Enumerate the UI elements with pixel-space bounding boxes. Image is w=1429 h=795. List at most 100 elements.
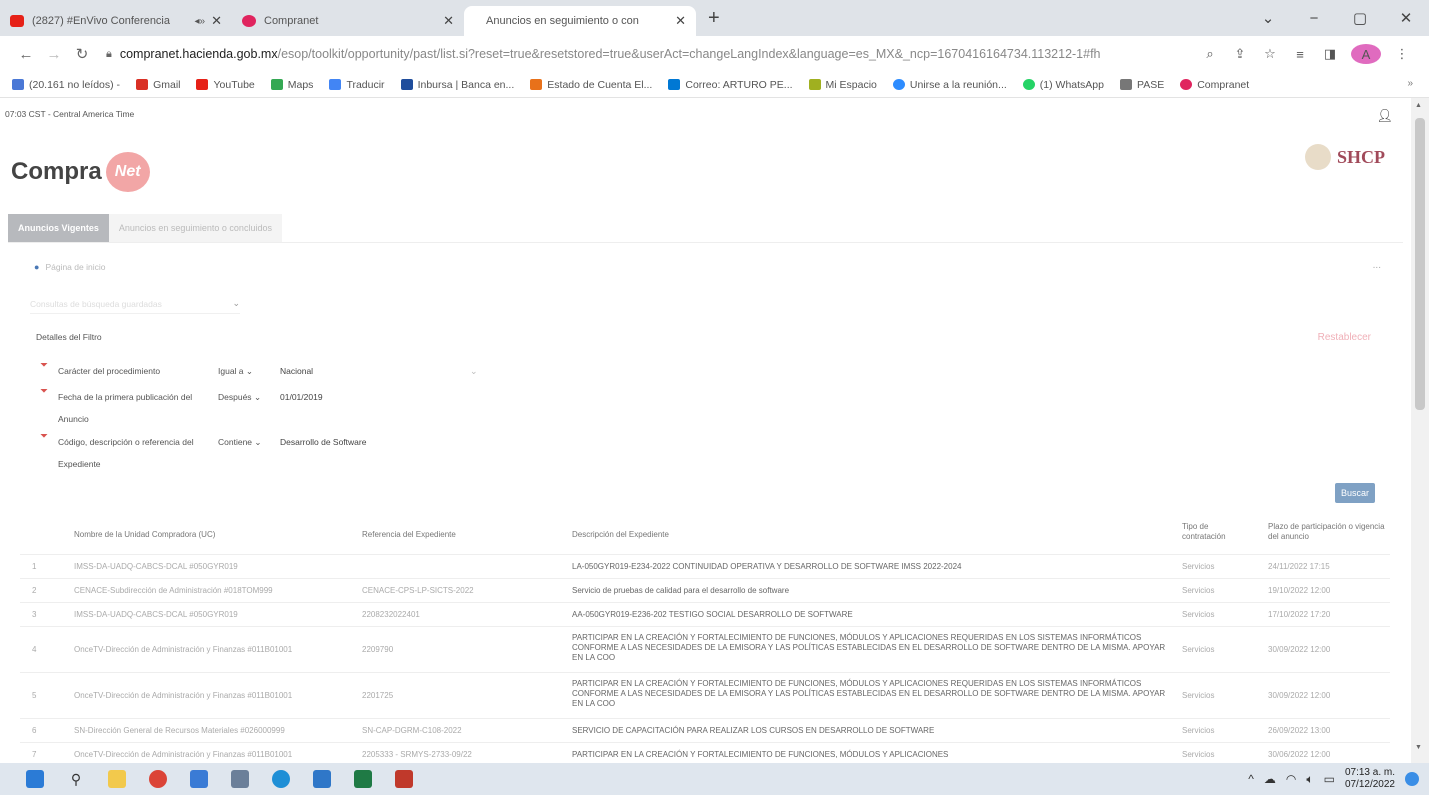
- home-icon: ●: [34, 262, 40, 272]
- column-header[interactable]: Referencia del Expediente: [362, 530, 542, 540]
- browser-tab-anuncios[interactable]: Anuncios en seguimiento o con ✕: [464, 6, 696, 36]
- menu-kebab-icon[interactable]: ⋮: [1387, 46, 1417, 62]
- bookmark-item[interactable]: Gmail: [136, 79, 180, 91]
- lock-icon[interactable]: 🔒︎: [106, 48, 112, 61]
- table-row[interactable]: 3 IMSS-DA-UADQ-CABCS-DCAL #050GYR019 220…: [20, 602, 1390, 626]
- reload-icon[interactable]: ↻: [68, 45, 96, 63]
- filter-icon[interactable]: ⏷: [40, 386, 48, 397]
- volume-icon[interactable]: 🔈︎: [1306, 772, 1313, 787]
- browser-tab-compranet[interactable]: Compranet ✕: [232, 6, 464, 36]
- minimize-icon[interactable]: −: [1291, 10, 1337, 27]
- column-header[interactable]: Nombre de la Unidad Compradora (UC): [74, 530, 334, 540]
- meeting-icon: [892, 79, 905, 90]
- scroll-down-icon[interactable]: ▼: [1415, 744, 1422, 751]
- table-row[interactable]: 1 IMSS-DA-UADQ-CABCS-DCAL #050GYR019 LA-…: [20, 554, 1390, 578]
- bookmark-item[interactable]: Correo: ARTURO PE...: [668, 79, 793, 91]
- table-row[interactable]: 5 OnceTV-Dirección de Administración y F…: [20, 672, 1390, 718]
- acrobat-icon[interactable]: [391, 769, 417, 789]
- mail-icon[interactable]: [186, 769, 212, 789]
- edge-icon[interactable]: [268, 769, 294, 789]
- close-tab-icon[interactable]: ✕: [443, 13, 454, 29]
- audio-icon[interactable]: ◂»: [195, 16, 206, 27]
- filter-value[interactable]: Desarrollo de Software: [280, 431, 366, 453]
- filter-operator-select[interactable]: Igual a ⌄: [218, 360, 253, 382]
- search-icon[interactable]: ⚲: [63, 769, 89, 789]
- url-path: /esop/toolkit/opportunity/past/list.si?r…: [277, 47, 1101, 61]
- bookmark-item[interactable]: Compranet: [1180, 79, 1249, 91]
- filter-operator-select[interactable]: Contiene ⌄: [218, 431, 262, 453]
- user-icon[interactable]: 👤︎: [1376, 108, 1393, 124]
- home-link[interactable]: ● Página de inicio: [34, 262, 105, 272]
- bookmark-item[interactable]: Traducir: [329, 79, 385, 91]
- scrollbar-thumb[interactable]: [1415, 118, 1425, 410]
- search-button[interactable]: Buscar: [1335, 483, 1375, 503]
- column-header[interactable]: Tipo de contratación: [1182, 522, 1244, 542]
- notification-icon[interactable]: [1405, 772, 1419, 786]
- scroll-up-icon[interactable]: ▲: [1415, 102, 1422, 109]
- filter-value[interactable]: Nacional: [280, 360, 313, 382]
- window-controls: ⌄ − ▢ ✕: [1245, 0, 1429, 36]
- file-explorer-icon[interactable]: [104, 769, 130, 789]
- wifi-icon[interactable]: ◠: [1286, 772, 1296, 786]
- bookmark-item[interactable]: Unirse a la reunión...: [892, 79, 1007, 91]
- clear-filters-link[interactable]: Restablecer: [1318, 332, 1371, 343]
- chevron-up-icon[interactable]: ^: [1248, 772, 1254, 786]
- bookmark-item[interactable]: Mi Espacio: [808, 79, 877, 91]
- bookmark-item[interactable]: YouTube: [196, 79, 255, 91]
- bookmark-item[interactable]: (1) WhatsApp: [1022, 79, 1104, 91]
- shcp-logo: SHCP: [1304, 144, 1385, 170]
- share-icon[interactable]: ⇪: [1225, 46, 1255, 62]
- address-bar[interactable]: 🔒︎ compranet.hacienda.gob.mx /esop/toolk…: [106, 40, 1195, 68]
- zoom-icon[interactable]: ⌕: [1195, 46, 1225, 62]
- bookmark-item[interactable]: PASE: [1119, 79, 1164, 91]
- system-clock[interactable]: 07:13 a. m. 07/12/2022: [1345, 767, 1395, 791]
- bookmark-item[interactable]: (20.161 no leídos) -: [12, 79, 120, 91]
- tab-search-icon[interactable]: ⌄: [1245, 9, 1291, 27]
- side-panel-icon[interactable]: ◨: [1315, 46, 1345, 62]
- close-tab-icon[interactable]: ✕: [675, 13, 686, 29]
- filter-icon[interactable]: ⏷: [40, 431, 48, 442]
- browser-tab-title: (2827) #EnVivo Conferencia: [32, 15, 170, 27]
- tab-anuncios-concluidos[interactable]: Anuncios en seguimiento o concluidos: [108, 214, 282, 242]
- page-scrollbar[interactable]: ▲ ▼: [1411, 98, 1429, 763]
- tab-anuncios-vigentes[interactable]: Anuncios Vigentes: [8, 214, 109, 242]
- reading-list-icon[interactable]: ≡: [1285, 47, 1315, 62]
- close-tab-icon[interactable]: ✕: [211, 13, 222, 29]
- photos-icon[interactable]: [309, 769, 335, 789]
- bookmark-star-icon[interactable]: ☆: [1255, 46, 1285, 62]
- excel-icon[interactable]: [350, 769, 376, 789]
- calculator-icon[interactable]: [227, 769, 253, 789]
- browser-tab-youtube[interactable]: (2827) #EnVivo Conferencia ◂» ✕: [0, 6, 232, 36]
- new-tab-button[interactable]: +: [708, 7, 720, 30]
- chevron-down-icon[interactable]: ⌄: [470, 360, 478, 382]
- filter-label: Fecha de la primera publicación del Anun…: [58, 392, 193, 424]
- table-row[interactable]: 4 OnceTV-Dirección de Administración y F…: [20, 626, 1390, 672]
- more-options-icon[interactable]: ...: [1373, 260, 1381, 271]
- brand-name: SHCP: [1336, 146, 1385, 167]
- translate-icon: [329, 79, 342, 90]
- maximize-icon[interactable]: ▢: [1337, 9, 1383, 27]
- blank-favicon-icon: [474, 15, 478, 27]
- chrome-icon[interactable]: [145, 769, 171, 789]
- filter-operator-select[interactable]: Después ⌄: [218, 386, 261, 408]
- close-window-icon[interactable]: ✕: [1383, 9, 1429, 27]
- column-header[interactable]: Plazo de participación o vigencia del an…: [1268, 522, 1388, 542]
- bookmarks-overflow-icon[interactable]: »: [1407, 78, 1413, 89]
- saved-search-select[interactable]: Consultas de búsqueda guardadas ⌄: [30, 294, 240, 314]
- chevron-down-icon: ⌄: [254, 437, 262, 447]
- bookmark-item[interactable]: Estado de Cuenta El...: [530, 79, 652, 91]
- column-header[interactable]: Descripción del Expediente: [572, 530, 1172, 540]
- table-row[interactable]: 2 CENACE-Subdirección de Administración …: [20, 578, 1390, 602]
- filter-value[interactable]: 01/01/2019: [280, 386, 323, 408]
- table-row[interactable]: 6 SN-Dirección General de Recursos Mater…: [20, 718, 1390, 742]
- bookmark-item[interactable]: Inbursa | Banca en...: [400, 79, 514, 91]
- table-row[interactable]: 7 OnceTV-Dirección de Administración y F…: [20, 742, 1390, 763]
- back-arrow-icon[interactable]: ←: [12, 46, 40, 63]
- forward-arrow-icon[interactable]: →: [40, 46, 68, 63]
- profile-avatar[interactable]: A: [1351, 44, 1381, 64]
- filter-icon[interactable]: ⏷: [40, 360, 48, 371]
- windows-start-icon[interactable]: [22, 769, 48, 789]
- battery-icon[interactable]: ▭: [1324, 772, 1335, 786]
- bookmark-item[interactable]: Maps: [270, 79, 313, 91]
- cloud-icon[interactable]: ☁: [1264, 772, 1276, 786]
